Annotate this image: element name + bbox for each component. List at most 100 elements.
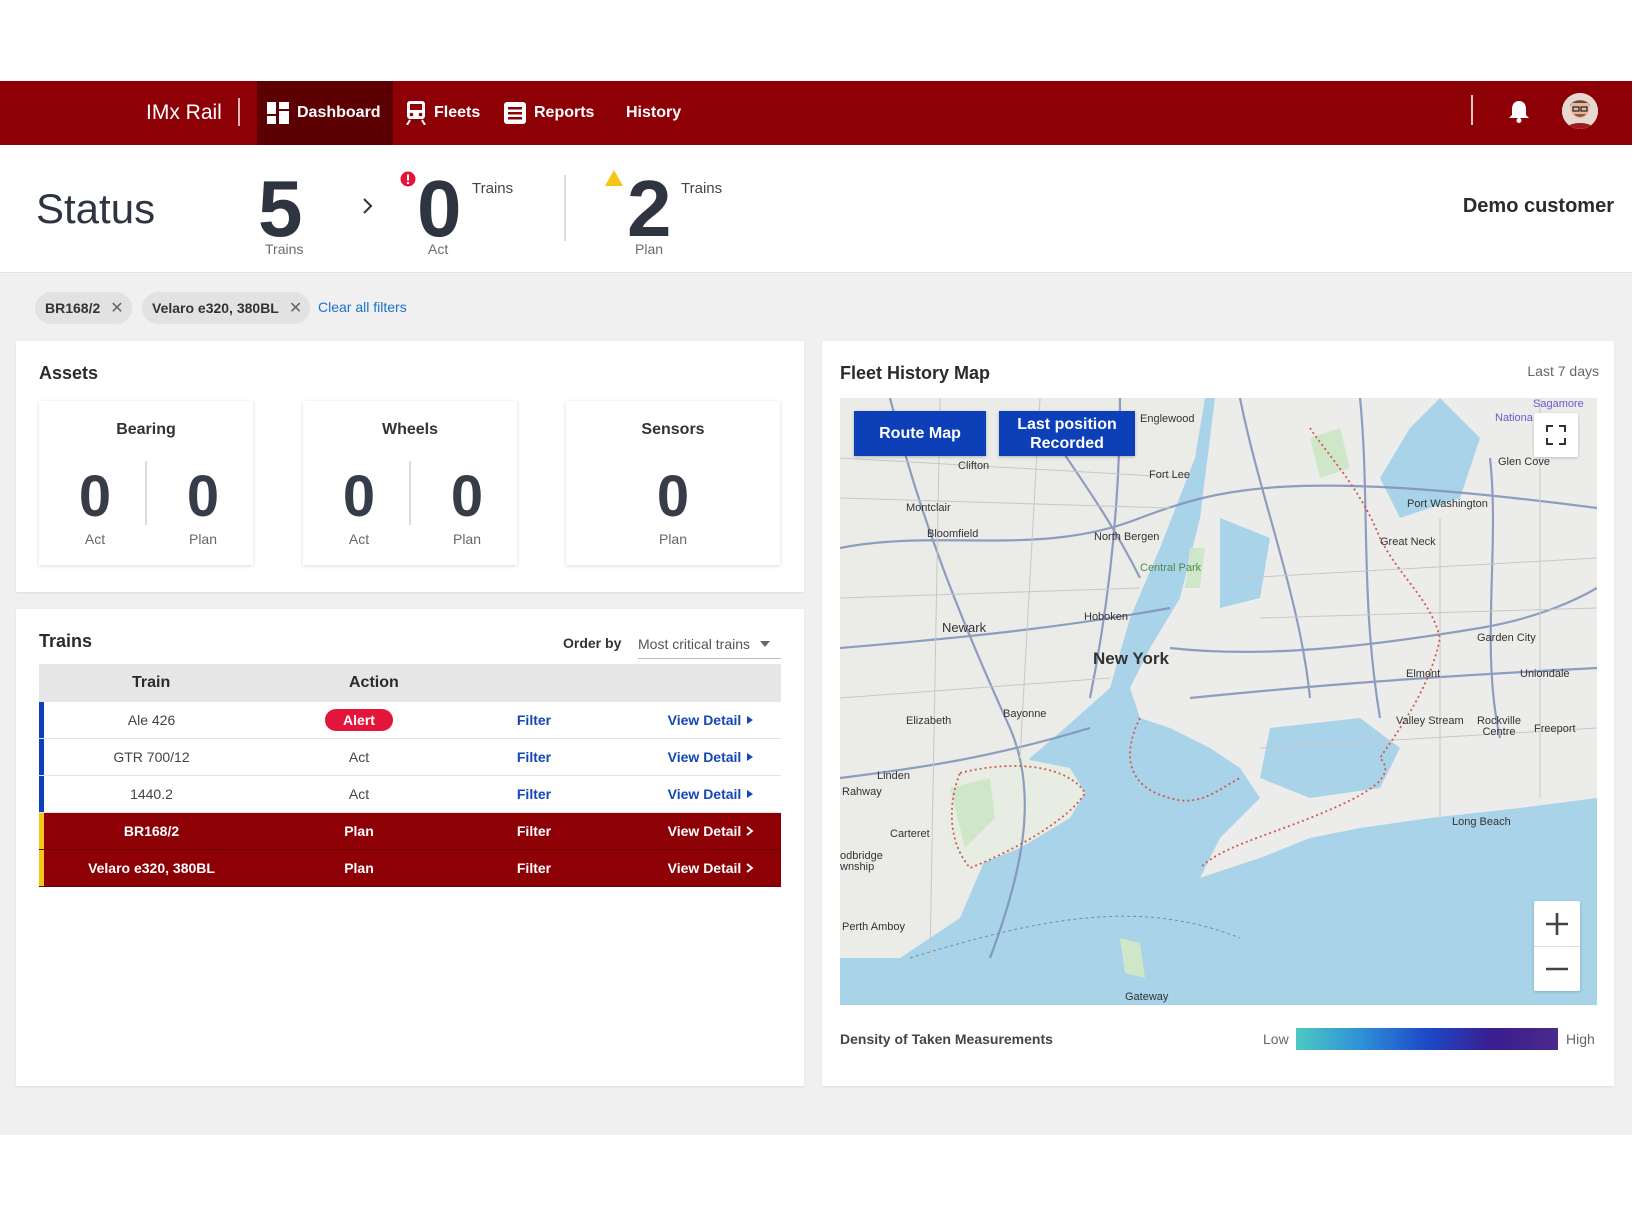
assets-title: Assets [39,363,99,383]
map-background [840,398,1597,1005]
sensors-box[interactable]: Sensors 0 Plan [566,401,780,565]
nav-fleets-label: Fleets [434,104,481,121]
fullscreen-button[interactable] [1534,413,1578,457]
map-period: Last 7 days [1527,363,1599,379]
density-gradient-bar [1296,1028,1558,1050]
map-label: Sagamore [1533,398,1584,410]
order-by-label: Order by [563,635,622,651]
act-trains-unit: Trains [472,180,514,197]
nav-reports[interactable]: Reports [504,81,594,145]
asset-act-count: 0 [78,464,112,529]
train-name: BR168/2 [123,823,180,839]
view-detail-link[interactable]: View Detail [661,823,761,839]
filter-link[interactable]: Filter [509,749,559,765]
caret-down-icon [760,640,771,647]
chevron-right-icon [747,716,754,724]
asset-plan-count: 0 [656,464,690,529]
map-label: New York [1093,649,1169,668]
nav-dashboard[interactable]: Dashboard [257,81,393,145]
map-label: Bloomfield [927,528,979,540]
zoom-in-icon[interactable] [1545,912,1569,936]
map-label: wnship [840,861,875,873]
chevron-right-icon [747,790,754,798]
status-title: Status [36,185,156,232]
table-row[interactable]: GTR 700/12 Act Filter View Detail [39,739,781,776]
column-header-action: Action [349,674,399,691]
legend-high-label: High [1566,1031,1595,1047]
view-detail-link[interactable]: View Detail [661,712,761,728]
map-label: Bayonne [1003,708,1047,720]
map-label: Glen Cove [1498,456,1550,468]
bearing-box[interactable]: Bearing 0 0 Act Plan [39,401,253,565]
order-by-value: Most critical trains [638,635,751,652]
bell-icon[interactable] [1508,99,1530,123]
map-label: Gateway [1125,991,1169,1003]
table-row[interactable]: Velaro e320, 380BL Plan Filter View Detail [39,850,781,887]
nav-history[interactable]: History [626,81,681,145]
action-label: Act [348,786,370,802]
user-avatar[interactable] [1562,93,1598,129]
plan-trains-unit: Trains [681,180,723,197]
customer-name: Demo customer [1462,195,1614,217]
asset-plan-label: Plan [452,531,482,547]
map-label: North Bergen [1094,531,1160,543]
view-detail-link[interactable]: View Detail [661,786,761,802]
asset-plan-count: 0 [186,464,220,529]
plan-trains-label: Plan [635,241,664,257]
order-by-select[interactable]: Most critical trains [638,629,781,659]
map-label: Long Beach [1452,816,1511,828]
map-label: Elmont [1406,668,1441,680]
asset-plan-label: Plan [658,531,688,547]
nav-fleets[interactable]: Fleets [406,81,480,145]
filter-link[interactable]: Filter [509,823,559,839]
train-name: Ale 426 [127,712,176,728]
filter-chip: Velaro e320, 380BL ✕ [142,292,311,324]
act-trains-count: 0 [417,164,462,253]
view-detail-label: View Detail [667,786,742,802]
asset-act-label: Act [84,531,106,547]
brand-name[interactable]: IMx Rail [146,81,222,145]
zoom-out-icon[interactable] [1545,957,1569,981]
legend-low-label: Low [1263,1031,1289,1047]
train-name: Velaro e320, 380BL [88,860,215,876]
asset-act-count: 0 [342,464,376,529]
legend-title: Density of Taken Measurements [840,1031,1053,1047]
train-name: 1440.2 [130,786,173,802]
alert-circle-icon [400,171,416,187]
table-body: Ale 426 Alert Filter View Detail GTR 700/12 A… [39,702,781,887]
trains-card: Trains Order by Most critical trains Tra… [16,609,804,1086]
map-label: Garden City [1477,632,1536,644]
filter-link[interactable]: Filter [509,712,559,728]
close-icon[interactable]: ✕ [289,298,302,318]
train-name: GTR 700/12 [113,749,190,765]
map-label: Port Washington [1407,498,1488,510]
page: IMx Rail Dashboard Fleets Reports Histor… [0,0,1636,1218]
trains-table: Train Action Ale 426 Alert Filter View Deta… [39,664,781,887]
view-detail-link[interactable]: View Detail [661,749,761,765]
route-map-button[interactable]: Route Map [854,411,986,456]
map-label: Great Neck [1380,536,1436,548]
table-row[interactable]: BR168/2 Plan Filter View Detail [39,813,781,850]
map-label: Perth Amboy [842,921,905,933]
nav-divider [1471,95,1473,125]
table-row[interactable]: 1440.2 Act Filter View Detail [39,776,781,813]
map-label: Valley Stream [1396,715,1464,727]
action-label: Plan [344,823,374,839]
map-label: Newark [942,620,987,635]
map-label: Elizabeth [906,715,952,727]
train-icon [406,101,426,125]
filter-link[interactable]: Filter [509,786,559,802]
close-icon[interactable]: ✕ [110,298,123,318]
table-row[interactable]: Ale 426 Alert Filter View Detail [39,702,781,739]
filter-link[interactable]: Filter [509,860,559,876]
map-view[interactable]: Route Map Last position Recorded Englewo… [840,398,1597,1005]
clear-all-filters-link[interactable]: Clear all filters [318,299,407,315]
brand-divider [238,98,240,126]
last-position-button[interactable]: Last position Recorded [999,411,1135,456]
zoom-control [1534,901,1580,991]
wheels-box[interactable]: Wheels 0 0 Act Plan [303,401,517,565]
fullscreen-icon [1546,425,1566,445]
table-header: Train Action [39,664,781,702]
view-detail-link[interactable]: View Detail [661,860,761,876]
map-title: Fleet History Map [840,363,991,383]
